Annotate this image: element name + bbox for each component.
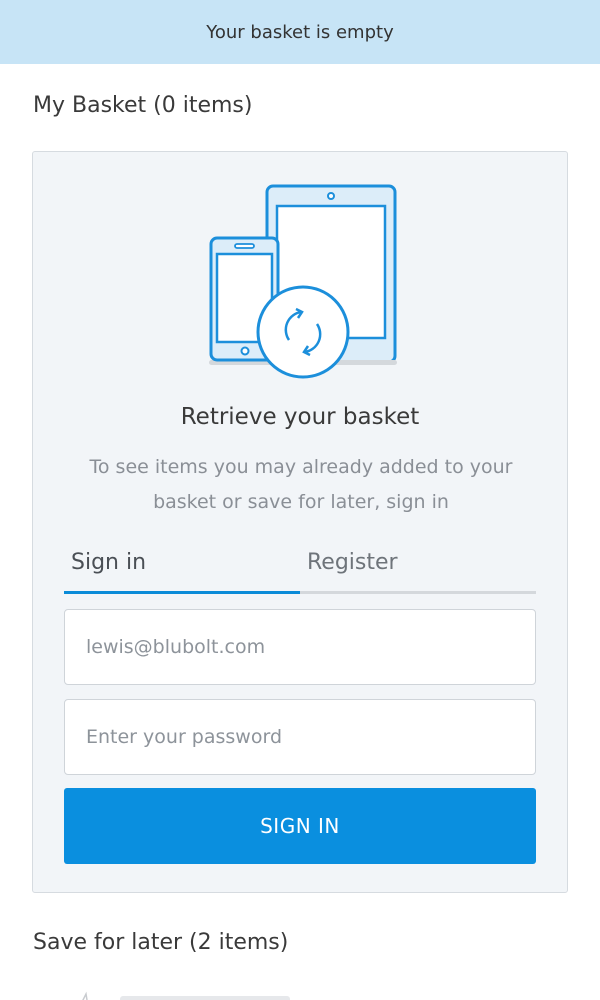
retrieve-basket-heading: Retrieve your basket xyxy=(180,404,420,430)
password-field[interactable] xyxy=(64,699,536,775)
basket-status-banner: Your basket is empty xyxy=(0,0,600,64)
email-field[interactable] xyxy=(64,609,536,685)
tab-sign-in[interactable]: Sign in xyxy=(64,546,300,594)
save-for-later-title: Save for later (2 items) xyxy=(33,930,289,955)
devices-sync-icon xyxy=(209,184,397,379)
auth-tabs: Sign in Register xyxy=(64,546,536,594)
banner-text: Your basket is empty xyxy=(206,21,394,43)
save-for-later-item-preview xyxy=(82,991,290,1000)
basket-title: My Basket (0 items) xyxy=(33,93,253,118)
retrieve-basket-description: To see items you may already added to yo… xyxy=(89,456,513,513)
retrieve-basket-panel: Retrieve your basket To see items you ma… xyxy=(32,151,568,893)
tab-register[interactable]: Register xyxy=(300,546,536,591)
sign-in-button[interactable]: SIGN IN xyxy=(64,788,536,864)
